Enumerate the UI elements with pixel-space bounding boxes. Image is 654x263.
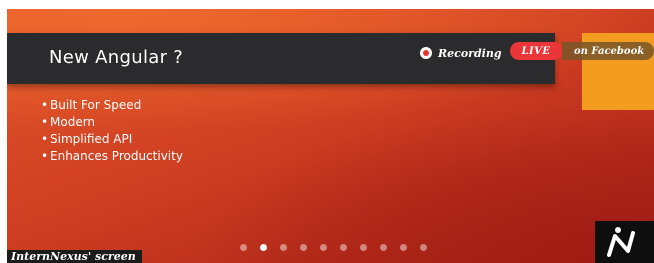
- pagination-dot[interactable]: [280, 244, 287, 251]
- pagination-dot[interactable]: [400, 244, 407, 251]
- pagination-dot[interactable]: [300, 244, 307, 251]
- bullet-list: Built For Speed Modern Simplified API En…: [41, 97, 183, 165]
- nexus-logo-icon: [607, 227, 635, 257]
- live-badge: LIVE: [510, 42, 562, 60]
- slide-title: New Angular ?: [49, 47, 184, 68]
- bullet-item: Simplified API: [41, 131, 183, 148]
- recording-indicator: Recording: [420, 44, 502, 62]
- live-label: LIVE: [521, 45, 551, 57]
- pagination-dot[interactable]: [380, 244, 387, 251]
- platform-label: on Facebook: [574, 45, 645, 57]
- pagination-dot[interactable]: [320, 244, 327, 251]
- pagination-dot[interactable]: [340, 244, 347, 251]
- bullet-item: Modern: [41, 114, 183, 131]
- pagination-dot[interactable]: [240, 244, 247, 251]
- platform-badge: on Facebook: [562, 42, 654, 60]
- presentation-slide: New Angular ? Recording LIVE on Facebook…: [7, 9, 654, 263]
- recording-label: Recording: [438, 46, 502, 60]
- bullet-item: Built For Speed: [41, 97, 183, 114]
- nexus-logo: [595, 221, 654, 263]
- pagination-dot-active[interactable]: [260, 244, 267, 251]
- record-dot-icon: [420, 47, 432, 59]
- screen-caption: InternNexus' screen: [7, 250, 142, 263]
- screen-share-view: New Angular ? Recording LIVE on Facebook…: [0, 0, 654, 263]
- pagination-dot[interactable]: [420, 244, 427, 251]
- bullet-item: Enhances Productivity: [41, 148, 183, 165]
- pagination-dot[interactable]: [360, 244, 367, 251]
- slide-pagination: [240, 244, 427, 251]
